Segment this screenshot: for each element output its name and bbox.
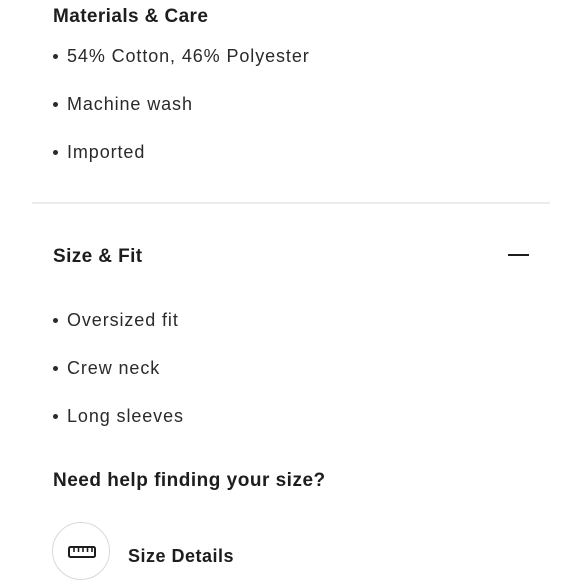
- list-item-label: Imported: [67, 142, 146, 162]
- size-details-label[interactable]: Size Details: [128, 546, 234, 567]
- bullet-icon: [53, 414, 58, 419]
- list-item-label: Oversized fit: [67, 310, 179, 330]
- list-item-label: 54% Cotton, 46% Polyester: [67, 46, 310, 66]
- list-item: 54% Cotton, 46% Polyester: [53, 46, 310, 94]
- size-fit-collapse-button[interactable]: [500, 240, 536, 270]
- list-item: Long sleeves: [53, 406, 184, 454]
- list-item: Machine wash: [53, 94, 310, 142]
- ruler-icon: [68, 546, 96, 558]
- size-fit-title[interactable]: Size & Fit: [53, 246, 143, 268]
- bullet-icon: [53, 150, 58, 155]
- list-item: Oversized fit: [53, 310, 184, 358]
- section-divider: [32, 202, 550, 204]
- bullet-icon: [53, 102, 58, 107]
- size-details-link[interactable]: Size Details: [52, 522, 352, 584]
- list-item-label: Machine wash: [67, 94, 193, 114]
- bullet-icon: [53, 54, 58, 59]
- list-item: Crew neck: [53, 358, 184, 406]
- materials-care-title: Materials & Care: [53, 6, 209, 27]
- minus-icon: [508, 254, 529, 256]
- size-fit-list: Oversized fit Crew neck Long sleeves: [53, 310, 184, 454]
- list-item: Imported: [53, 142, 310, 190]
- bullet-icon: [53, 318, 58, 323]
- size-help-heading: Need help finding your size?: [53, 470, 326, 491]
- list-item-label: Crew neck: [67, 358, 161, 378]
- materials-care-list: 54% Cotton, 46% Polyester Machine wash I…: [53, 46, 310, 190]
- bullet-icon: [53, 366, 58, 371]
- list-item-label: Long sleeves: [67, 406, 184, 426]
- size-details-icon-circle[interactable]: [52, 522, 110, 580]
